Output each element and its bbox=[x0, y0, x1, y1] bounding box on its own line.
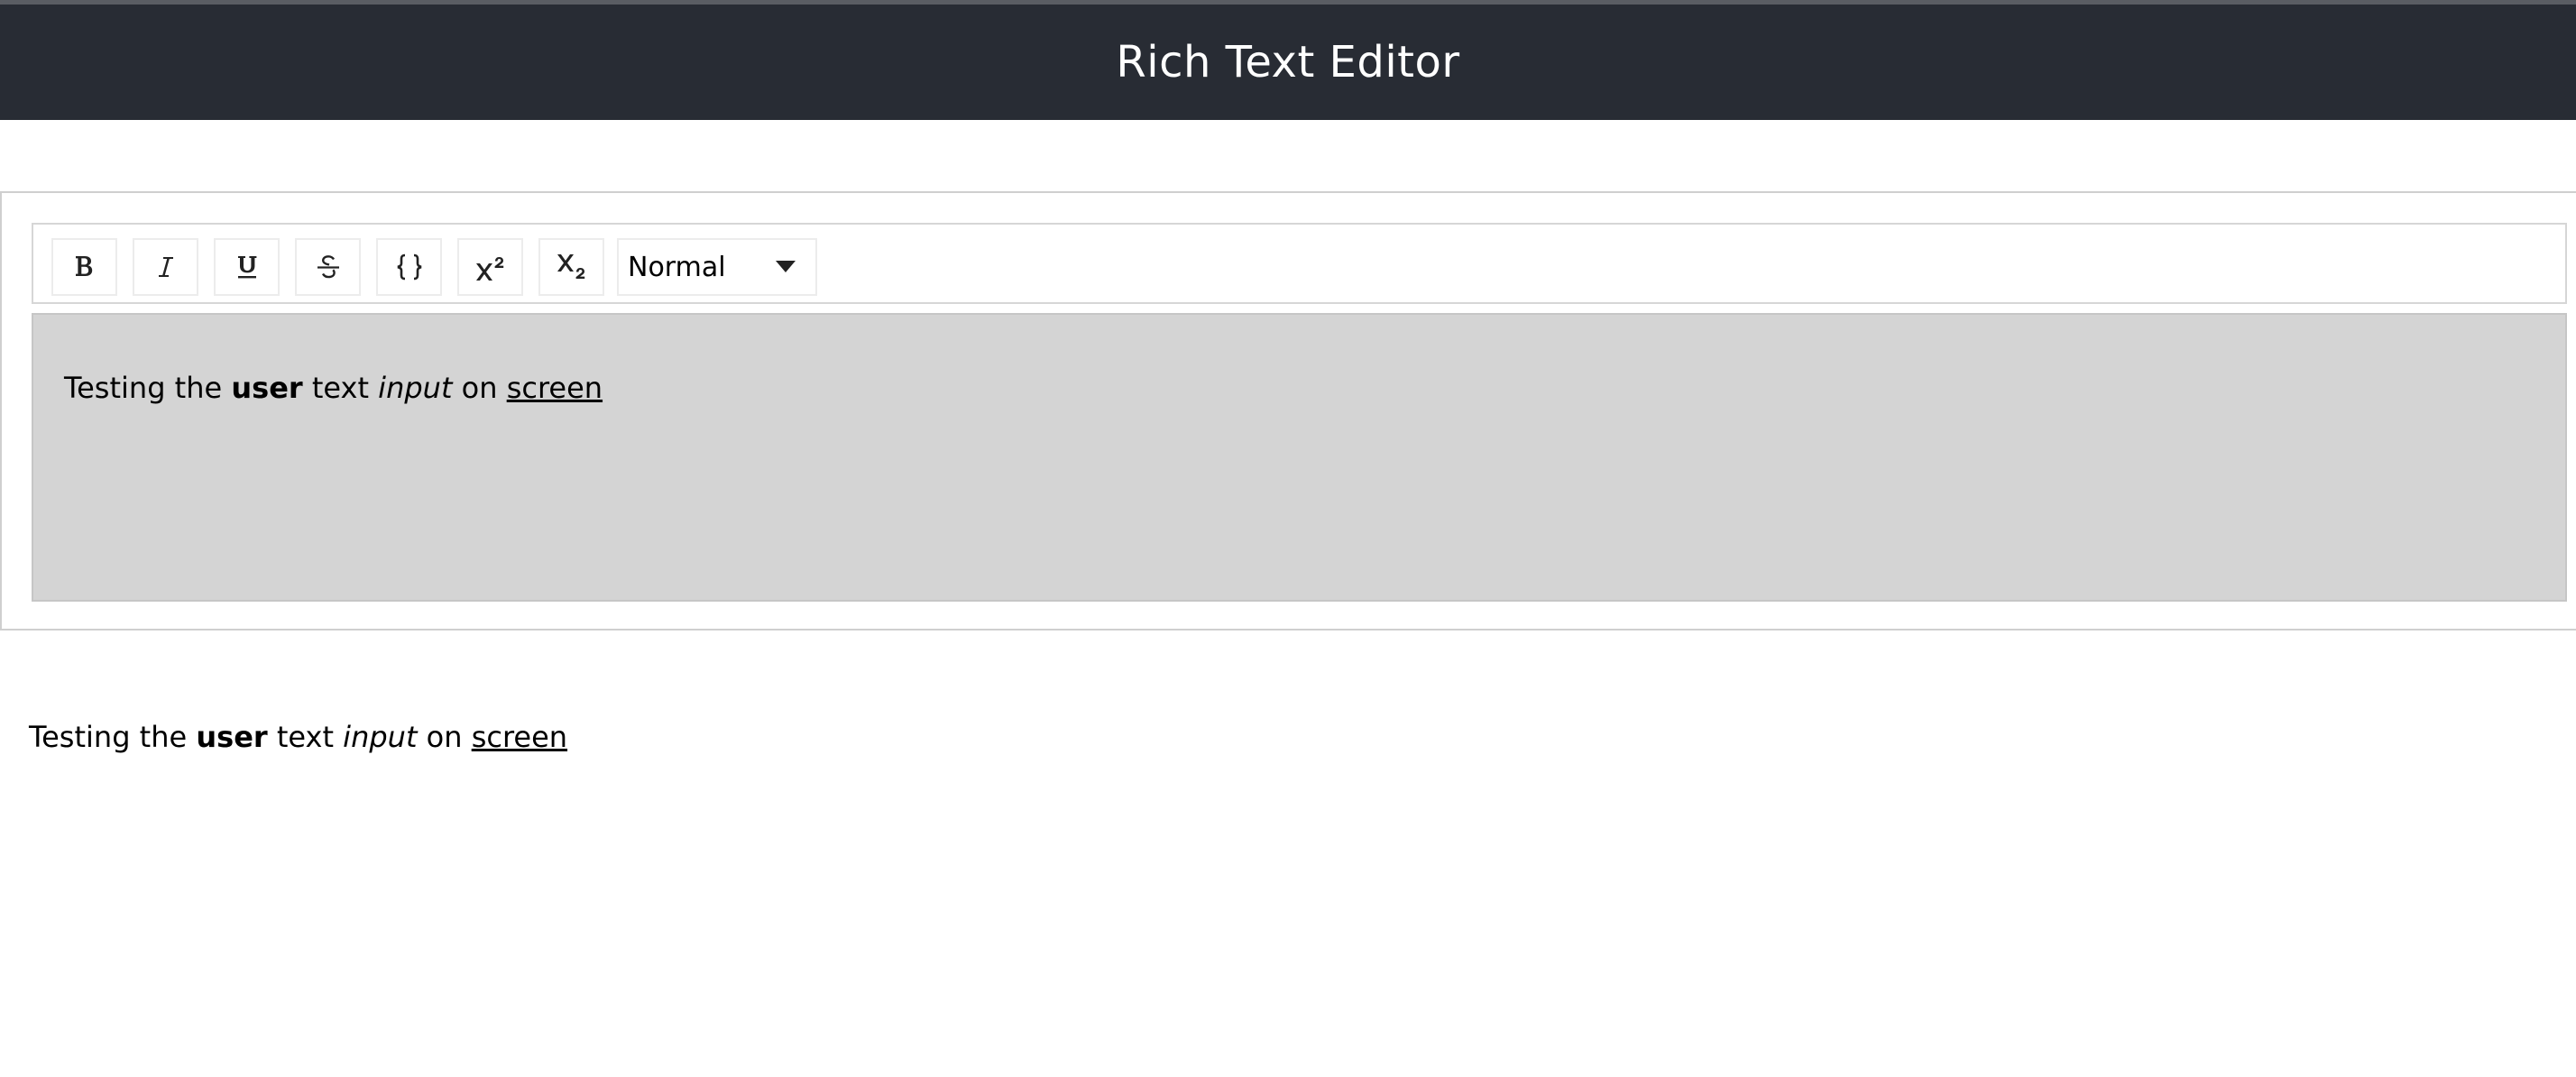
text-segment: text bbox=[302, 371, 379, 405]
editor-toolbar: Normal bbox=[32, 223, 2567, 304]
bold-icon bbox=[73, 254, 97, 280]
strikethrough-icon bbox=[316, 253, 341, 281]
text-segment: on bbox=[452, 371, 507, 405]
subscript-icon bbox=[556, 252, 588, 282]
code-button[interactable] bbox=[376, 238, 442, 296]
text-segment: Testing the bbox=[64, 371, 232, 405]
bold-button[interactable] bbox=[51, 238, 117, 296]
preview-output: Testing the user text input on screen bbox=[29, 720, 567, 754]
editor-text-line: Testing the user text input on screen bbox=[64, 371, 603, 405]
block-type-select[interactable]: Normal bbox=[617, 238, 817, 296]
block-type-value: Normal bbox=[628, 251, 726, 283]
editor-wrapper: Normal Testing the user text input on sc… bbox=[0, 191, 2576, 631]
subscript-button[interactable] bbox=[538, 238, 604, 296]
text-segment: Testing the bbox=[29, 720, 197, 754]
superscript-button[interactable] bbox=[457, 238, 523, 296]
chevron-down-icon bbox=[776, 261, 796, 272]
page-title: Rich Text Editor bbox=[1116, 37, 1460, 87]
bold-segment: user bbox=[231, 371, 303, 405]
text-segment: text bbox=[267, 720, 344, 754]
superscript-icon bbox=[474, 252, 507, 282]
italic-segment: input bbox=[378, 371, 453, 405]
bold-segment: user bbox=[196, 720, 268, 754]
app-header: Rich Text Editor bbox=[0, 5, 2576, 120]
underline-segment: screen bbox=[471, 720, 568, 754]
strikethrough-button[interactable] bbox=[295, 238, 361, 296]
code-braces-icon bbox=[396, 253, 423, 281]
italic-segment: input bbox=[343, 720, 418, 754]
italic-icon bbox=[155, 254, 177, 280]
italic-button[interactable] bbox=[133, 238, 198, 296]
editor-content[interactable]: Testing the user text input on screen bbox=[32, 313, 2567, 602]
underline-button[interactable] bbox=[214, 238, 280, 296]
text-segment: on bbox=[417, 720, 472, 754]
underline-segment: screen bbox=[506, 371, 603, 405]
underline-icon bbox=[235, 253, 259, 281]
